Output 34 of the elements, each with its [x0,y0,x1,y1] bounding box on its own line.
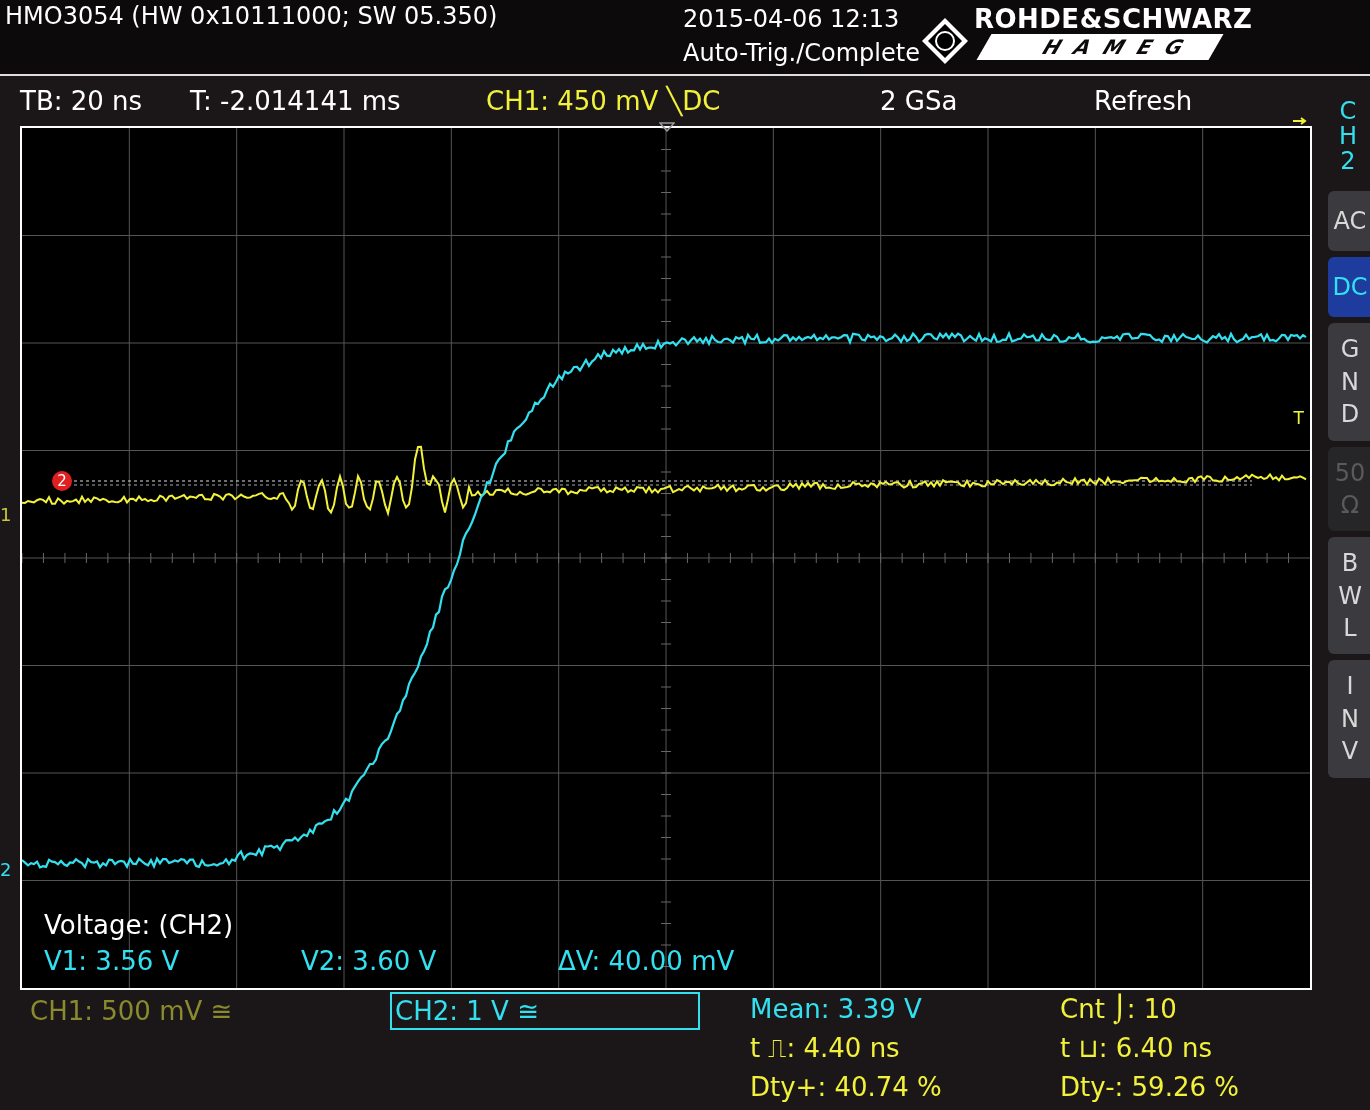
device-title: HMO3054 (HW 0x10111000; SW 05.350) [4,1,499,30]
status-readout: 2 GSa [880,86,959,116]
coupling-button[interactable]: AC [1328,190,1370,251]
channel-setting[interactable]: CH1: 500 mV ≅ [25,992,335,1030]
channel-marker: 1 [0,504,12,525]
status-readout: CH1: 450 mV ╲DC [486,86,722,116]
cursor-value: ΔV: 40.00 mV [558,946,736,976]
brand-sub-name: HAMEG [976,34,1224,60]
measurement-value: Mean: 3.39 V [750,993,923,1026]
date-time: 2015-04-06 12:13 [683,4,901,35]
cursor-value: V2: 3.60 V [301,946,438,976]
coupling-button[interactable]: DC [1328,256,1370,318]
reference-marker: 2 [52,471,72,491]
measurement-value: Cnt ⌡: 10 [1060,992,1178,1027]
measurement-value: Dty+: 40.74 % [750,1071,943,1104]
cursor-mode-label: Voltage: (CH2) [44,910,235,940]
brand-name: ROHDE&SCHWARZ [973,4,1253,34]
menu-title: CH2 [1337,99,1358,175]
status-readout: TB: 20 ns [20,86,144,116]
status-readout: Refresh [1094,86,1193,116]
coupling-button[interactable]: INV [1328,660,1370,778]
arrow-icon [1292,116,1308,126]
trigger-level-marker: T [1293,408,1304,428]
measurement-value: t ⊔: 6.40 ns [1060,1032,1213,1065]
coupling-button[interactable]: BWL [1328,537,1370,655]
coupling-button[interactable]: GND [1328,323,1370,441]
trigger-position-icon [659,122,675,132]
measurement-value: t ⎍: 4.40 ns [750,1032,901,1065]
channel-setting[interactable]: CH2: 1 V ≅ [390,992,700,1030]
cursor-value: V1: 3.56 V [44,946,181,976]
acquisition-status: Auto-Trig./Complete [683,38,920,69]
measurement-value: Dty-: 59.26 % [1060,1071,1240,1104]
status-readout: T: -2.014141 ms [190,86,402,116]
channel-marker: 2 [0,859,12,880]
